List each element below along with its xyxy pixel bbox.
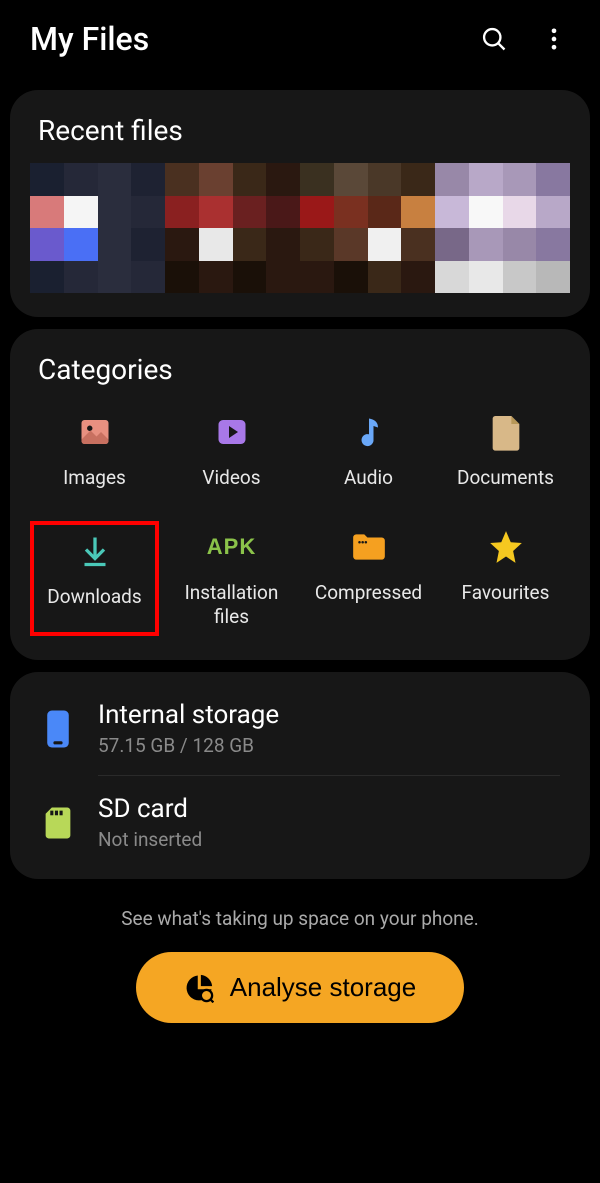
- category-label: Favourites: [462, 581, 550, 606]
- folder-icon: [349, 527, 389, 567]
- star-icon: [486, 527, 526, 567]
- phone-icon: [40, 707, 76, 751]
- category-label: Images: [63, 466, 126, 491]
- category-videos[interactable]: Videos: [167, 406, 296, 497]
- category-documents[interactable]: Documents: [441, 406, 570, 497]
- video-icon: [212, 412, 252, 452]
- header: My Files: [0, 0, 600, 78]
- category-compressed[interactable]: Compressed: [304, 521, 433, 636]
- more-vertical-icon: [540, 25, 568, 53]
- apk-icon: APK: [212, 527, 252, 567]
- image-icon: [75, 412, 115, 452]
- categories-title: Categories: [30, 353, 570, 386]
- categories-grid: Images Videos Audio: [30, 406, 570, 636]
- storage-card: Internal storage 57.15 GB / 128 GB SD ca…: [10, 672, 590, 879]
- sd-card-title: SD card: [98, 794, 560, 824]
- thumbnail[interactable]: [30, 163, 165, 293]
- download-icon: [75, 531, 115, 571]
- internal-storage-text: Internal storage 57.15 GB / 128 GB: [98, 700, 560, 757]
- more-button[interactable]: [538, 23, 570, 55]
- sd-card-row[interactable]: SD card Not inserted: [30, 776, 570, 869]
- thumbnail[interactable]: [435, 163, 570, 293]
- category-installation-files[interactable]: APK Installation files: [167, 521, 296, 636]
- internal-storage-sub: 57.15 GB / 128 GB: [98, 734, 560, 757]
- category-label: Audio: [344, 466, 393, 491]
- search-button[interactable]: [478, 23, 510, 55]
- sd-card-text: SD card Not inserted: [98, 794, 560, 851]
- pie-chart-icon: [184, 973, 214, 1003]
- header-actions: [478, 23, 570, 55]
- analyse-storage-button[interactable]: Analyse storage: [136, 952, 464, 1023]
- category-images[interactable]: Images: [30, 406, 159, 497]
- category-label: Downloads: [47, 585, 141, 610]
- recent-thumbnails[interactable]: [30, 163, 570, 293]
- sd-card-sub: Not inserted: [98, 828, 560, 851]
- footer: See what's taking up space on your phone…: [0, 907, 600, 1023]
- category-favourites[interactable]: Favourites: [441, 521, 570, 636]
- search-icon: [480, 25, 508, 53]
- categories-card: Categories Images Videos: [10, 329, 590, 660]
- recent-files-card[interactable]: Recent files: [10, 90, 590, 317]
- thumbnail[interactable]: [300, 163, 435, 293]
- document-icon: [486, 412, 526, 452]
- category-label: Videos: [202, 466, 260, 491]
- footer-hint: See what's taking up space on your phone…: [0, 907, 600, 930]
- recent-files-title: Recent files: [30, 114, 570, 147]
- category-label: Documents: [457, 466, 554, 491]
- thumbnail[interactable]: [165, 163, 300, 293]
- analyse-button-label: Analyse storage: [230, 972, 416, 1003]
- category-audio[interactable]: Audio: [304, 406, 433, 497]
- sd-card-icon: [40, 801, 76, 845]
- audio-icon: [349, 412, 389, 452]
- internal-storage-row[interactable]: Internal storage 57.15 GB / 128 GB: [30, 682, 570, 775]
- internal-storage-title: Internal storage: [98, 700, 560, 730]
- category-downloads[interactable]: Downloads: [30, 521, 159, 636]
- page-title: My Files: [30, 20, 149, 58]
- category-label: Installation files: [169, 581, 294, 630]
- category-label: Compressed: [315, 581, 422, 606]
